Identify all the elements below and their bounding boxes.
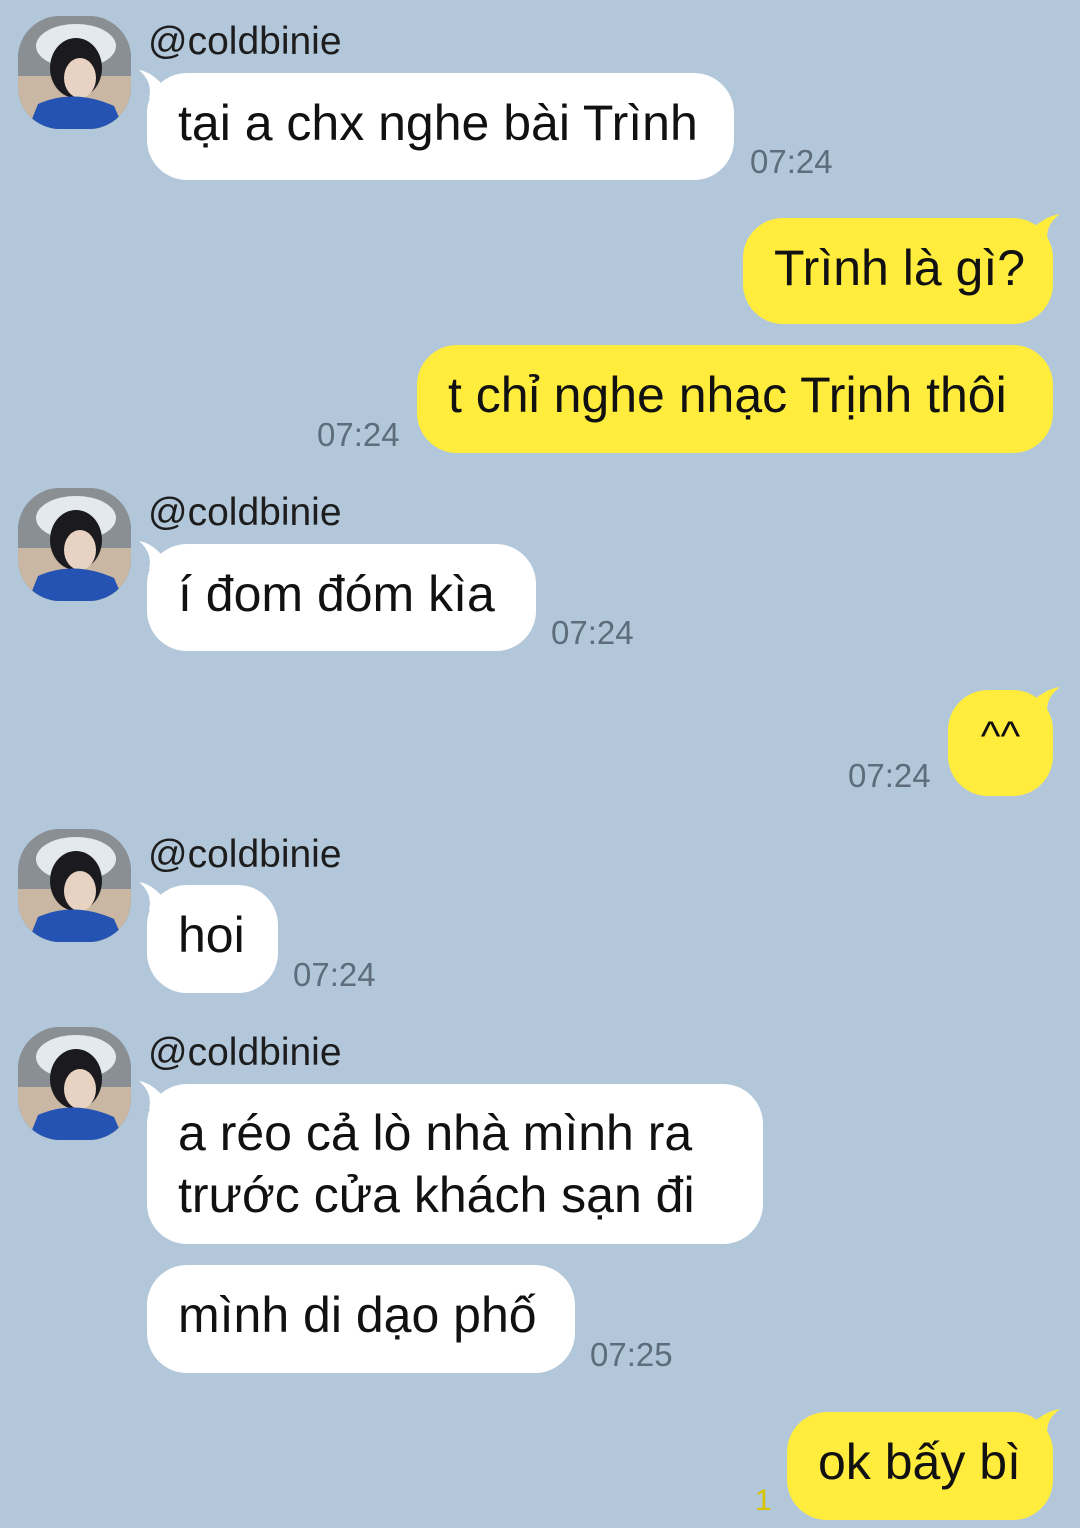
sender-avatar[interactable] xyxy=(18,829,131,942)
sender-avatar[interactable] xyxy=(18,16,131,129)
sender-name: @coldbinie xyxy=(148,20,342,63)
unread-count-badge: 1 xyxy=(755,1484,772,1517)
outgoing-message-bubble[interactable]: Trình là gì? xyxy=(743,218,1053,324)
outgoing-message-bubble[interactable]: ^^ xyxy=(948,690,1053,796)
incoming-message-bubble[interactable]: a réo cả lò nhà mình ra trước cửa khách … xyxy=(147,1084,763,1244)
message-timestamp: 07:24 xyxy=(848,757,931,794)
message-timestamp: 07:24 xyxy=(551,614,634,651)
incoming-message-bubble[interactable]: í đom đóm kìa xyxy=(147,544,536,651)
chat-message-list[interactable]: @coldbinie tại a chx nghe bài Trình 07:2… xyxy=(0,0,1080,1528)
message-timestamp: 07:24 xyxy=(293,956,376,993)
incoming-message-bubble[interactable]: hoi xyxy=(147,885,278,993)
sender-name: @coldbinie xyxy=(148,1031,342,1074)
sender-avatar[interactable] xyxy=(18,488,131,601)
sender-name: @coldbinie xyxy=(148,833,342,876)
sender-avatar[interactable] xyxy=(18,1027,131,1140)
sender-name: @coldbinie xyxy=(148,491,342,534)
message-timestamp: 07:24 xyxy=(317,416,400,453)
message-timestamp: 07:24 xyxy=(750,143,833,180)
outgoing-message-bubble[interactable]: t chỉ nghe nhạc Trịnh thôi xyxy=(417,345,1053,453)
message-timestamp: 07:25 xyxy=(590,1336,673,1373)
incoming-message-bubble[interactable]: tại a chx nghe bài Trình xyxy=(147,73,734,180)
outgoing-message-bubble[interactable]: ok bấy bì xyxy=(787,1412,1053,1520)
incoming-message-bubble[interactable]: mình di dạo phố xyxy=(147,1265,575,1373)
